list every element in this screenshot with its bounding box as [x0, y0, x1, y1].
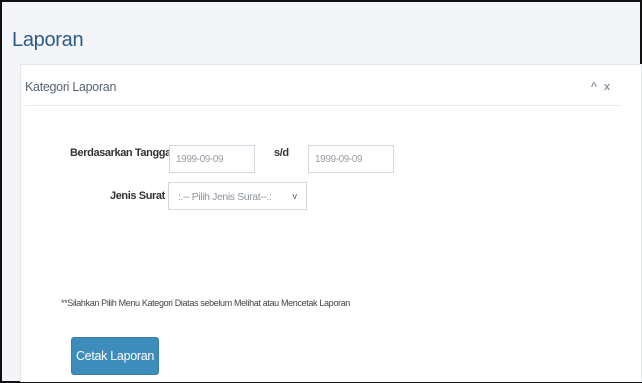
- app-frame: Laporan Kategori Laporan ^ x Berdasarkan…: [0, 0, 642, 383]
- letter-type-selected-value: :.-- Pilih Jenis Surat--.:: [178, 191, 272, 203]
- panel-header: Kategori Laporan ^ x: [21, 65, 641, 105]
- instruction-note: **Silahkan Pilih Menu Kategori Diatas se…: [61, 298, 350, 308]
- letter-type-label: Jenis Surat: [110, 190, 165, 202]
- page-title: Laporan: [12, 29, 84, 51]
- print-report-button[interactable]: Cetak Laporan: [71, 337, 159, 375]
- chevron-down-icon: v: [292, 191, 298, 201]
- letter-type-select[interactable]: :.-- Pilih Jenis Surat--.: v: [168, 182, 307, 210]
- chevron-up-icon[interactable]: ^: [589, 81, 599, 93]
- report-category-panel: Kategori Laporan ^ x Berdasarkan Tanggal…: [20, 64, 642, 382]
- panel-divider: [25, 105, 621, 106]
- panel-title: Kategori Laporan: [25, 80, 117, 94]
- close-icon[interactable]: x: [602, 81, 612, 93]
- date-start-input[interactable]: [169, 145, 255, 173]
- date-range-label: Berdasarkan Tanggal: [70, 147, 174, 159]
- date-end-input[interactable]: [308, 145, 394, 173]
- date-range-separator: s/d: [274, 147, 289, 159]
